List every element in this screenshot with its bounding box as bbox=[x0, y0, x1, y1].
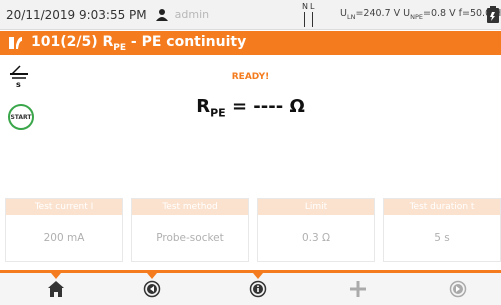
mains-readout: ULN=240.7 V UNPE=0.8 V f=50.0 Hz bbox=[340, 8, 501, 21]
screen-title: 101(2/5) RPE - PE continuity bbox=[31, 33, 247, 53]
toolbar-accent-line bbox=[0, 270, 501, 273]
l-bar bbox=[312, 12, 313, 27]
l-label: L bbox=[310, 2, 315, 11]
param-test-current[interactable]: Test current I 200 mA bbox=[5, 198, 123, 262]
ready-status: READY! bbox=[231, 72, 270, 82]
back-icon bbox=[143, 280, 161, 298]
user-area[interactable]: admin bbox=[155, 8, 209, 22]
battery-plug-icon bbox=[487, 6, 499, 23]
nl-indicator: N L bbox=[302, 2, 332, 27]
parameter-panel: Test current I 200 mA Test method Probe-… bbox=[5, 198, 501, 262]
param-header: Test duration t bbox=[384, 199, 500, 215]
param-value: 200 mA bbox=[43, 232, 85, 244]
title-bar: 101(2/5) RPE - PE continuity bbox=[0, 31, 501, 55]
n-label: N bbox=[302, 2, 308, 11]
n-bar bbox=[304, 12, 305, 27]
param-test-duration[interactable]: Test duration t 5 s bbox=[383, 198, 501, 262]
param-value: Probe-socket bbox=[156, 232, 224, 244]
param-limit[interactable]: Limit 0.3 Ω bbox=[257, 198, 375, 262]
param-header: Test method bbox=[132, 199, 248, 215]
param-header: Limit bbox=[258, 199, 374, 215]
param-value: 0.3 Ω bbox=[301, 232, 331, 244]
param-test-method[interactable]: Test method Probe-socket bbox=[131, 198, 249, 262]
info-button[interactable] bbox=[246, 278, 270, 300]
measurement-icon bbox=[9, 37, 22, 49]
user-icon bbox=[155, 8, 168, 21]
user-name: admin bbox=[174, 8, 210, 21]
forward-icon bbox=[449, 280, 467, 298]
home-button[interactable] bbox=[44, 278, 68, 300]
param-header: Test current I bbox=[6, 199, 122, 215]
bottom-toolbar bbox=[0, 270, 501, 305]
param-value: 5 s bbox=[434, 232, 450, 244]
plus-icon bbox=[350, 281, 366, 297]
forward-button[interactable] bbox=[446, 278, 470, 300]
add-button[interactable] bbox=[346, 278, 370, 300]
result-readout: RPE = ---- Ω bbox=[196, 96, 305, 120]
info-icon bbox=[249, 280, 267, 298]
status-bar: 20/11/2019 9:03:55 PM admin N L ULN=240.… bbox=[0, 0, 501, 30]
back-button[interactable] bbox=[140, 278, 164, 300]
datetime: 20/11/2019 9:03:55 PM bbox=[6, 7, 147, 22]
home-icon bbox=[48, 281, 64, 297]
